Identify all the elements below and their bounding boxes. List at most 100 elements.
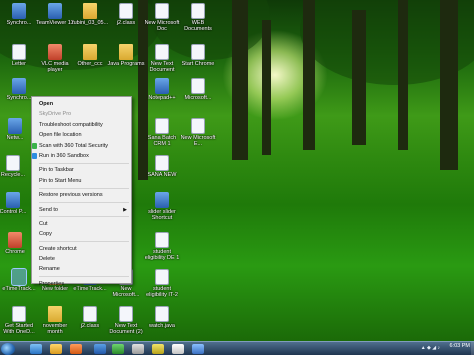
menu-item-restore[interactable]: Restore previous versions xyxy=(32,190,131,200)
menu-item-cut[interactable]: Cut xyxy=(32,219,131,229)
context-menu: Open SkyDrive Pro Troubleshoot compatibi… xyxy=(31,96,132,287)
notepad-icon[interactable] xyxy=(172,344,184,354)
app-icon[interactable] xyxy=(192,344,204,354)
desktop-icon-other[interactable]: Other_ccc xyxy=(71,44,109,73)
desktop-icon-new-doc[interactable]: New Microsoft Doc xyxy=(143,3,181,32)
desktop-icon-slider[interactable]: slider slider Shortcut xyxy=(143,192,181,221)
vlc-icon xyxy=(48,44,62,60)
tree-trunk xyxy=(303,0,315,150)
word-icon[interactable] xyxy=(94,344,106,354)
desktop-icon-student-2[interactable]: student eligibility IT-2 xyxy=(143,269,181,298)
chrome-icon[interactable] xyxy=(152,344,164,354)
sandbox-icon xyxy=(32,152,37,159)
shield-icon xyxy=(32,142,37,149)
tree-trunk xyxy=(398,0,408,150)
menu-item-pin-start[interactable]: Pin to Start Menu xyxy=(32,176,131,186)
notepad-icon xyxy=(155,78,169,94)
menu-item-send-to[interactable]: Send to ▶ xyxy=(32,205,131,215)
desktop-icon-get-started[interactable]: Get Started With OneD... xyxy=(0,306,38,335)
tree-trunk xyxy=(262,20,271,155)
document-icon xyxy=(12,44,26,60)
menu-separator xyxy=(39,276,129,278)
desktop-icon-recycle-bin[interactable]: Recycle... xyxy=(0,155,32,184)
system-tray[interactable]: ▲ ◆ ◢ ♪ xyxy=(421,345,440,351)
desktop-icon-network[interactable]: Netw... xyxy=(0,118,34,147)
shortcut-icon xyxy=(155,192,169,208)
desktop-icon-control-panel[interactable]: Control P... xyxy=(0,192,32,221)
network-icon xyxy=(8,118,22,134)
menu-item-open-file-location[interactable]: Open file location xyxy=(32,130,131,140)
document-icon xyxy=(155,306,169,322)
menu-item-pin-taskbar[interactable]: Pin to Taskbar xyxy=(32,165,131,175)
chevron-right-icon: ▶ xyxy=(123,206,127,213)
document-icon xyxy=(155,44,169,60)
document-icon xyxy=(12,306,26,322)
menu-item-run-sandbox[interactable]: Run in 360 Sandbox xyxy=(32,151,131,161)
menu-separator xyxy=(39,162,129,164)
document-icon xyxy=(83,306,97,322)
desktop-icon-new-text[interactable]: New Text Document xyxy=(143,44,181,73)
explorer-icon[interactable] xyxy=(50,344,62,354)
document-icon xyxy=(155,232,169,248)
menu-item-properties[interactable]: Properties xyxy=(32,279,131,289)
desktop-icon-microsoft[interactable]: Microsoft... xyxy=(179,78,217,107)
taskbar: ▲ ◆ ◢ ♪ 6:03 PM xyxy=(0,341,474,355)
desktop-icon-j2-class[interactable]: j2.class xyxy=(71,306,109,335)
menu-separator xyxy=(39,187,129,189)
desktop-icon-vlc[interactable]: VLC media player xyxy=(36,44,74,73)
menu-separator xyxy=(39,216,129,218)
desktop-icon-letter[interactable]: Letter xyxy=(0,44,38,73)
menu-item-open[interactable]: Open xyxy=(32,99,131,109)
desktop-icon-notepad[interactable]: Notepad++ xyxy=(143,78,181,107)
control-panel-icon xyxy=(6,192,20,208)
folder-icon xyxy=(48,306,62,322)
desktop-icon-synchro[interactable]: Synchro... xyxy=(0,3,38,32)
tree-trunk xyxy=(440,0,458,170)
document-icon xyxy=(119,3,133,19)
app-icon xyxy=(12,3,26,19)
document-icon xyxy=(191,3,205,19)
app-icon[interactable] xyxy=(132,344,144,354)
desktop-icon-j2[interactable]: j2.class xyxy=(107,3,145,32)
menu-item-delete[interactable]: Delete xyxy=(32,254,131,264)
start-button[interactable] xyxy=(1,343,15,355)
desktop-icon-start-chrome[interactable]: Start Chrome xyxy=(179,44,217,73)
menu-item-copy[interactable]: Copy xyxy=(32,229,131,239)
document-icon xyxy=(191,44,205,60)
desktop-icon-sana-new[interactable]: SANA NEW xyxy=(143,155,181,184)
desktop-icon-new-excel[interactable]: New Microsoft E... xyxy=(179,118,217,147)
menu-item-scan-360[interactable]: Scan with 360 Total Security xyxy=(32,141,131,151)
document-icon xyxy=(155,118,169,134)
ie-icon[interactable] xyxy=(30,344,42,354)
desktop-icon-java-programs[interactable]: Java Programs xyxy=(107,44,145,73)
menu-separator xyxy=(39,202,129,204)
tree-trunk xyxy=(232,0,248,160)
menu-item-create-shortcut[interactable]: Create shortcut xyxy=(32,244,131,254)
teamviewer-icon xyxy=(48,3,62,19)
document-icon xyxy=(155,3,169,19)
app-icon xyxy=(11,268,27,286)
app-icon xyxy=(12,78,26,94)
folder-icon xyxy=(83,3,97,19)
media-player-icon[interactable] xyxy=(70,344,82,354)
desktop-icon-watch-java[interactable]: watch.java xyxy=(143,306,181,335)
desktop-icon-new-text-2[interactable]: New Text Document (2) xyxy=(107,306,145,335)
document-icon xyxy=(155,269,169,285)
clock[interactable]: 6:03 PM xyxy=(450,343,470,349)
excel-icon[interactable] xyxy=(112,344,124,354)
document-icon xyxy=(155,155,169,171)
menu-item-skydrive[interactable]: SkyDrive Pro xyxy=(32,109,131,119)
desktop-icon-rubini[interactable]: rubini_03_05... xyxy=(71,3,109,32)
document-icon xyxy=(119,306,133,322)
desktop-icon-november[interactable]: november month xyxy=(36,306,74,335)
desktop-icon-teamviewer[interactable]: TeamViewer 12 xyxy=(36,3,74,32)
tree-trunk xyxy=(352,10,366,145)
menu-separator xyxy=(39,241,129,243)
menu-item-troubleshoot[interactable]: Troubleshoot compatibility xyxy=(32,120,131,130)
desktop-icon-sana-batch[interactable]: Sana Batch CRM 1 xyxy=(143,118,181,147)
desktop-icon-student-1[interactable]: student eligibility DE 1 xyxy=(143,232,181,261)
desktop-icon-chrome[interactable]: Chrome xyxy=(0,232,34,261)
desktop-icon-web-documents[interactable]: WEB Documents xyxy=(179,3,217,32)
menu-item-rename[interactable]: Rename xyxy=(32,264,131,274)
folder-icon xyxy=(83,44,97,60)
